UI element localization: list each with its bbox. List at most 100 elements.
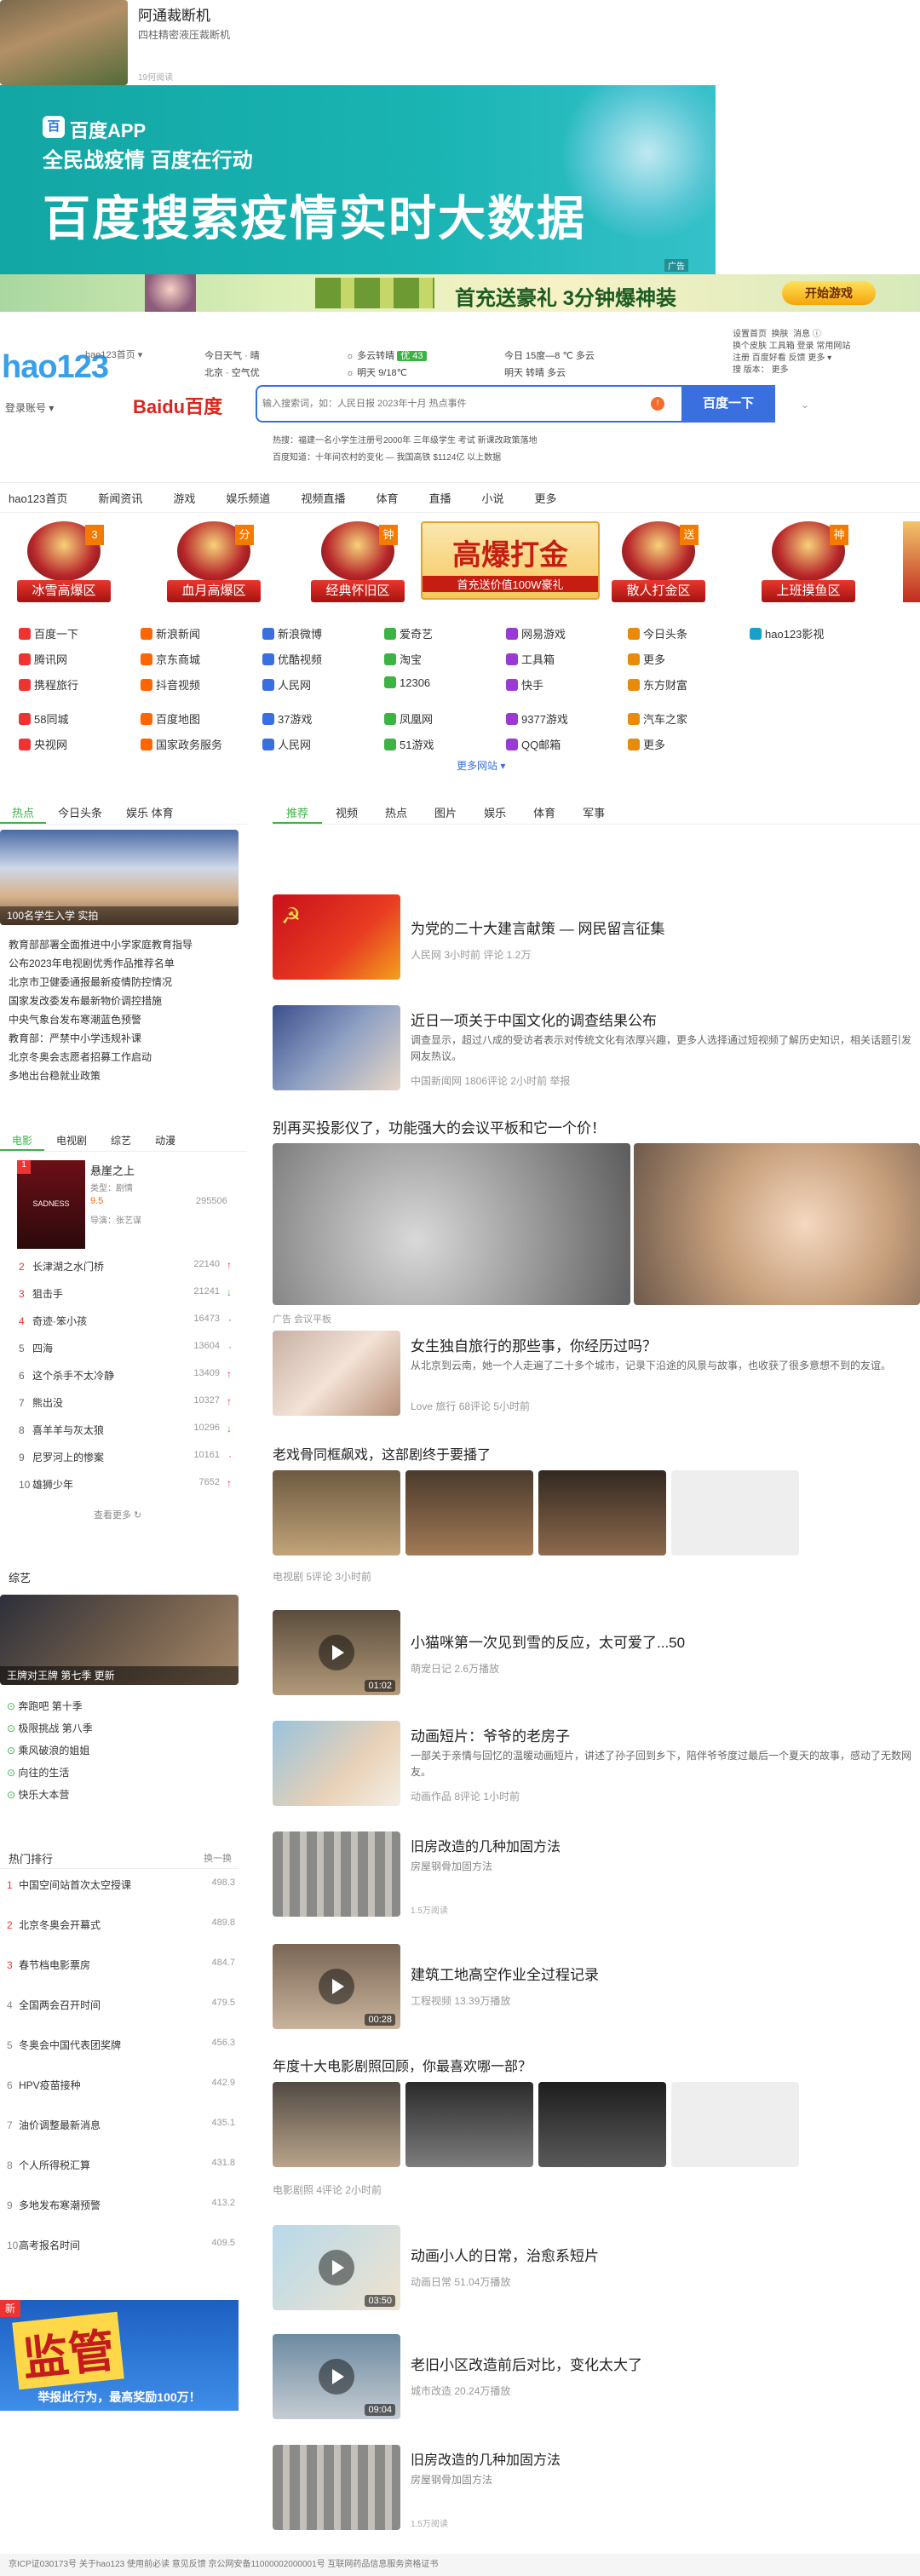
set-home-link[interactable]: 设置首页 xyxy=(733,330,767,339)
version-more[interactable]: 更多 xyxy=(772,365,789,375)
movie-rank-item[interactable]: 8 喜羊羊与灰太狼 10296 ↓ xyxy=(19,1423,232,1440)
variety-item[interactable]: ⊙ 快乐大本营 xyxy=(7,1784,237,1806)
nav-item[interactable]: 直播 xyxy=(420,490,473,506)
report-ad[interactable]: 新 监管 举报此行为，最高奖励100万！ xyxy=(0,2300,239,2411)
movie-rank-item[interactable]: 10 雄狮少年 7652 ↑ xyxy=(19,1477,232,1494)
site-link[interactable]: QQ邮箱 xyxy=(506,736,561,752)
search-engine-logo[interactable]: Baidu百度 xyxy=(133,392,222,419)
game-card-3[interactable]: 钟经典怀旧区 xyxy=(311,521,405,602)
variety-item[interactable]: ⊙ 奔跑吧 第十季 xyxy=(7,1695,237,1717)
feed-image-party[interactable]: ☭ xyxy=(273,894,400,980)
feed-pic-1[interactable] xyxy=(273,1470,400,1555)
site-link[interactable]: 凤凰网 xyxy=(384,710,433,727)
site-link[interactable]: 更多 xyxy=(628,651,665,667)
site-link[interactable]: 央视网 xyxy=(19,736,67,752)
feed-ad-image-1[interactable] xyxy=(273,1143,630,1305)
left-tab-hot[interactable]: 热点 xyxy=(0,799,47,824)
more-sites-button[interactable]: 更多网站 ▾ xyxy=(457,758,505,773)
feed-title[interactable]: 近日一项关于中国文化的调查结果公布 xyxy=(411,1009,918,1030)
movie-tab-anime[interactable]: 动漫 xyxy=(143,1130,187,1151)
feed-pic-2[interactable] xyxy=(405,1470,533,1555)
site-link[interactable]: 新浪微博 xyxy=(262,625,322,641)
feed-pic-more[interactable] xyxy=(671,1470,799,1555)
site-link[interactable]: 工具箱 xyxy=(506,651,555,667)
feed-title[interactable]: 别再买投影仪了，功能强大的会议平板和它一个价！ xyxy=(273,1116,920,1137)
feed-title[interactable]: 为党的二十大建言献策 — 网民留言征集 xyxy=(411,917,918,938)
top-news-title[interactable]: 阿通裁断机 xyxy=(138,3,210,25)
site-link[interactable]: 今日头条 xyxy=(628,625,687,641)
feed-title[interactable]: 旧房改造的几种加固方法 xyxy=(411,1835,561,1855)
left-hero-image[interactable]: 100名学生入学 实拍 xyxy=(0,830,239,925)
register-link[interactable]: 注册 xyxy=(733,354,750,363)
weather-col2[interactable]: ☼ 多云转晴 优 43 ☼ 明天 9/18℃ xyxy=(346,348,427,382)
nav-item[interactable]: 游戏 xyxy=(164,490,217,506)
variety-item[interactable]: ⊙ 极限挑战 第八季 xyxy=(7,1717,237,1739)
game-banner[interactable]: 首充送豪礼 3分钟爆神装 开始游戏 xyxy=(0,274,920,312)
feed-title[interactable]: 建筑工地高空作业全过程记录 xyxy=(411,1963,918,1984)
site-link[interactable]: 58同城 xyxy=(19,710,68,727)
movie-rank-item[interactable]: 7 熊出没 10327 ↑ xyxy=(19,1395,232,1412)
site-link[interactable]: 爱奇艺 xyxy=(384,625,433,641)
message-link[interactable]: 消息 ⓘ xyxy=(793,330,821,339)
site-link[interactable]: 汽车之家 xyxy=(628,710,687,727)
feed-image-woman[interactable] xyxy=(273,1331,400,1416)
movie-rank-item[interactable]: 4 奇迹·笨小孩 16473 · xyxy=(19,1314,232,1331)
game-promo[interactable]: 高爆打金 首充送价值100W豪礼 xyxy=(421,521,600,600)
left-news-item[interactable]: 北京市卫健委通报最新疫情防控情况 xyxy=(9,973,239,992)
site-link[interactable]: 人民网 xyxy=(262,676,311,693)
hot-rank-item[interactable]: 7 油价调整最新消息 435.1 xyxy=(0,2118,239,2135)
left-news-item[interactable]: 公布2023年电视剧优秀作品推荐名单 xyxy=(9,954,239,973)
left-tab-ent[interactable]: 娱乐 体育 xyxy=(114,799,186,824)
left-news-item[interactable]: 国家发改委发布最新物价调控措施 xyxy=(9,992,239,1010)
site-link[interactable]: 淘宝 xyxy=(384,651,422,667)
hot-rank-item[interactable]: 3 春节档电影票房 484.7 xyxy=(0,1958,239,1975)
hot-rank-item[interactable]: 4 全国两会召开时间 479.5 xyxy=(0,1998,239,2015)
game-card-1[interactable]: 3 冰雪高爆区 xyxy=(17,521,111,602)
left-tab-headline[interactable]: 今日头条 xyxy=(46,799,114,824)
site-link[interactable]: 新浪新闻 xyxy=(141,625,200,641)
baidu-haokan-link[interactable]: 百度好看 xyxy=(752,354,786,363)
change-skin-link[interactable]: 换个皮肤 xyxy=(733,342,767,351)
site-link[interactable]: 37游戏 xyxy=(262,710,312,727)
baidu-banner[interactable]: 百 百度APP 全民战疫情 百度在行动 百度搜索疫情实时大数据 广告 xyxy=(0,85,716,274)
rank-more[interactable]: 查看更多 ↻ xyxy=(94,1508,141,1521)
feed-video-thumb[interactable]: 00:28 xyxy=(273,1944,400,2029)
movie-rank-item[interactable]: 5 四海 13604 · xyxy=(19,1341,232,1358)
feed-image-building[interactable] xyxy=(273,1831,400,1917)
feed-pic-2[interactable] xyxy=(405,2082,533,2167)
weather-col1[interactable]: 今日天气 · 晴 北京 · 空气优 xyxy=(204,348,260,382)
variety-item[interactable]: ⊙ 乘风破浪的姐姐 xyxy=(7,1739,237,1762)
feed-video-thumb[interactable]: 03:50 xyxy=(273,2225,400,2310)
feed-ad-image-2[interactable] xyxy=(634,1143,920,1305)
site-link[interactable]: hao123影视 xyxy=(750,625,824,641)
left-news-item[interactable]: 教育部部署全面推进中小学家庭教育指导 xyxy=(9,935,239,954)
search-input[interactable] xyxy=(262,390,663,417)
weather-col3[interactable]: 今日 15度—8 ℃ 多云 明天 转晴 多云 xyxy=(504,348,595,382)
hot-rank-refresh[interactable]: 换一换 xyxy=(204,1851,232,1865)
variety-image[interactable]: 王牌对王牌 第七季 更新 xyxy=(0,1595,239,1685)
nav-item[interactable]: 视频直播 xyxy=(292,490,367,506)
feed-tab-recommend[interactable]: 推荐 xyxy=(273,799,323,824)
movie-rank-item[interactable]: 6 这个杀手不太冷静 13409 ↑ xyxy=(19,1368,232,1385)
feed-title[interactable]: 老戏骨同框飙戏，这部剧终于要播了 xyxy=(273,1443,920,1463)
movie-tab-tv[interactable]: 电视剧 xyxy=(44,1130,99,1151)
feed-pic-1[interactable] xyxy=(273,2082,400,2167)
site-link[interactable]: 51游戏 xyxy=(384,736,434,752)
feed-pic-3[interactable] xyxy=(538,1470,666,1555)
movie-top-item[interactable]: SADNESS 1 悬崖之上 类型：剧情 9.5 295506 导演：张艺谋 xyxy=(10,1160,239,1249)
feed-title[interactable]: 旧房改造的几种加固方法 xyxy=(411,2448,561,2469)
movie-rank-item[interactable]: 3 狙击手 21241 ↓ xyxy=(19,1286,232,1303)
site-link[interactable]: 更多 xyxy=(628,736,665,752)
hot-rank-item[interactable]: 1 中国空间站首次太空授课 498.3 xyxy=(0,1877,239,1895)
feed-tab-sports[interactable]: 体育 xyxy=(520,799,569,824)
game-card-4[interactable]: 送散人打金区 xyxy=(612,521,705,602)
common-sites-link[interactable]: 常用网站 xyxy=(816,342,850,351)
search-hint-2[interactable]: 百度知道：十年间农村的变化 — 我国高铁 $1124亿 以上数据 xyxy=(273,450,818,463)
site-link[interactable]: 携程旅行 xyxy=(19,676,78,693)
site-link[interactable]: 百度地图 xyxy=(141,710,200,727)
movie-title[interactable]: 悬崖之上 xyxy=(90,1162,135,1178)
nav-item[interactable]: 更多 xyxy=(526,490,579,506)
feed-video-thumb[interactable]: 09:04 xyxy=(273,2334,400,2419)
hot-rank-item[interactable]: 2 北京冬奥会开幕式 489.8 xyxy=(0,1918,239,1935)
hot-rank-item[interactable]: 10高考报名时间 409.5 xyxy=(0,2238,239,2255)
